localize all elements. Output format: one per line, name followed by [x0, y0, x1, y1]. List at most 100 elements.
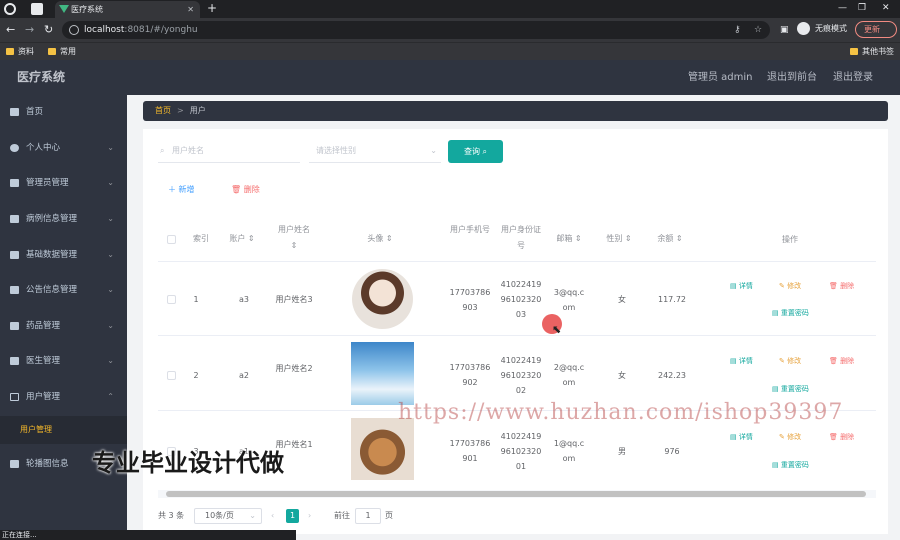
- sidebar-item-cases[interactable]: 病例信息管理 ⌄: [0, 202, 127, 236]
- sidebar-item-admins[interactable]: 管理员管理 ⌄: [0, 166, 127, 200]
- add-label: 新增: [178, 185, 195, 194]
- scrollbar-thumb[interactable]: [166, 491, 866, 497]
- bookmark-folder[interactable]: 常用: [48, 43, 76, 60]
- search-icon: ⌕: [160, 146, 165, 155]
- back-icon[interactable]: ←: [6, 22, 15, 38]
- col-header-name[interactable]: 用户姓名 ⇕: [272, 222, 316, 254]
- sidebar-subitem-users[interactable]: 用户管理: [0, 416, 127, 444]
- sidebar-item-profile[interactable]: 个人中心 ⌄: [0, 131, 127, 165]
- star-icon[interactable]: ☆: [754, 21, 762, 39]
- avatar[interactable]: [351, 418, 414, 480]
- back-to-front-link[interactable]: 退出到前台: [767, 60, 817, 95]
- sidepanel-icon[interactable]: ▣: [780, 21, 789, 39]
- detail-button[interactable]: ▤ 详情: [730, 280, 753, 292]
- modify-button[interactable]: ✎ 修改: [779, 431, 801, 443]
- key-icon[interactable]: ⚷: [734, 21, 741, 39]
- forward-icon[interactable]: →: [25, 22, 34, 38]
- goto-page-input[interactable]: 1: [355, 508, 381, 524]
- update-button[interactable]: 更新: [855, 21, 897, 38]
- avatar[interactable]: [352, 269, 413, 329]
- delete-button[interactable]: 🗑 删除: [829, 355, 854, 367]
- breadcrumb-home[interactable]: 首页: [155, 106, 171, 115]
- prev-page-icon[interactable]: ‹: [271, 508, 274, 524]
- sort-icon[interactable]: ⇕: [386, 234, 393, 243]
- select-all-checkbox[interactable]: [167, 235, 176, 244]
- pagination-total: 共 3 条: [158, 511, 185, 520]
- sort-icon[interactable]: ⇕: [676, 234, 683, 243]
- reset-password-button[interactable]: ▤ 重置密码: [772, 383, 809, 395]
- browser-tab[interactable]: 医疗系统 ✕: [55, 1, 200, 18]
- col-header-avatar[interactable]: 头像 ⇕: [355, 231, 405, 247]
- incognito-icon: [797, 22, 810, 35]
- browser-status-bar: 正在连接...: [0, 530, 296, 540]
- browser-menu-icon[interactable]: [4, 3, 16, 15]
- modify-button[interactable]: ✎ 修改: [779, 355, 801, 367]
- logout-link[interactable]: 退出登录: [833, 60, 873, 95]
- admin-icon: [10, 179, 19, 187]
- op-label: 修改: [787, 282, 802, 290]
- op-label: 删除: [840, 433, 855, 441]
- col-header-email[interactable]: 邮箱 ⇕: [552, 231, 586, 247]
- pill-icon: [10, 322, 19, 330]
- sort-icon[interactable]: ⇕: [248, 234, 255, 243]
- new-tab-icon[interactable]: +: [207, 0, 217, 17]
- close-window-icon[interactable]: ✕: [882, 0, 890, 17]
- delete-button[interactable]: 🗑 删除: [829, 280, 854, 292]
- bookmark-folder[interactable]: 资料: [6, 43, 34, 60]
- batch-delete-button[interactable]: 🗑 删除: [231, 182, 260, 198]
- plus-icon: ＋: [168, 185, 179, 194]
- detail-button[interactable]: ▤ 详情: [730, 431, 753, 443]
- page-number-current[interactable]: 1: [286, 509, 299, 523]
- reset-password-button[interactable]: ▤ 重置密码: [772, 459, 809, 471]
- sidebar-item-label: 首页: [26, 107, 44, 117]
- col-header-account[interactable]: 账户 ⇕: [222, 231, 262, 247]
- col-header-gender[interactable]: 性别 ⇕: [602, 231, 636, 247]
- other-bookmarks[interactable]: 其他书签: [850, 43, 894, 60]
- page-size-select[interactable]: 10条/页 ⌄: [194, 508, 262, 524]
- col-header-idcard[interactable]: 用户身份证号: [500, 222, 542, 254]
- add-button[interactable]: ＋ 新增: [168, 182, 195, 198]
- reset-password-button[interactable]: ▤ 重置密码: [772, 307, 809, 319]
- col-header-balance[interactable]: 余额 ⇕: [652, 231, 688, 247]
- next-page-icon[interactable]: ›: [308, 508, 311, 524]
- tab-strip-icon[interactable]: [31, 3, 43, 15]
- sort-icon[interactable]: ⇕: [575, 234, 582, 243]
- minimize-icon[interactable]: —: [838, 0, 847, 17]
- cell-gender: 男: [618, 447, 626, 456]
- horizontal-scrollbar[interactable]: [158, 490, 876, 498]
- url-field[interactable]: localhost:8081/#/yonghu ⚷ ☆: [62, 21, 770, 39]
- delete-button[interactable]: 🗑 删除: [829, 431, 854, 443]
- user-name-search-input[interactable]: ⌕ 用户姓名: [158, 139, 300, 163]
- avatar[interactable]: [351, 342, 414, 405]
- sidebar-item-base-data[interactable]: 基础数据管理 ⌄: [0, 238, 127, 272]
- cell-balance: 117.72: [658, 295, 686, 304]
- sort-icon[interactable]: ⇕: [272, 238, 316, 254]
- restore-icon[interactable]: ❐: [858, 0, 866, 17]
- site-info-icon[interactable]: [69, 25, 79, 35]
- sidebar-item-drugs[interactable]: 药品管理 ⌄: [0, 309, 127, 343]
- sort-icon[interactable]: ⇕: [625, 234, 632, 243]
- cell-balance: 242.23: [658, 371, 686, 380]
- col-header-index: 索引: [186, 231, 216, 247]
- op-label: 重置密码: [780, 385, 809, 393]
- col-header-label: 用户身份证号: [501, 225, 541, 250]
- gender-select[interactable]: 请选择性别 ⌄: [309, 139, 441, 163]
- send-icon: [10, 357, 19, 365]
- modify-button[interactable]: ✎ 修改: [779, 280, 801, 292]
- detail-button[interactable]: ▤ 详情: [730, 355, 753, 367]
- chevron-down-icon: ⌄: [107, 285, 114, 294]
- browser-tab-bar: 医疗系统 ✕ + — ❐ ✕: [0, 0, 900, 18]
- sidebar-item-home[interactable]: 首页: [0, 95, 127, 129]
- row-checkbox[interactable]: [167, 371, 176, 380]
- reload-icon[interactable]: ↻: [44, 22, 53, 38]
- sidebar-item-doctors[interactable]: 医生管理 ⌄: [0, 344, 127, 378]
- sidebar-item-users[interactable]: 用户管理 ⌃: [0, 380, 127, 414]
- close-tab-icon[interactable]: ✕: [187, 1, 194, 18]
- sidebar-item-label: 公告信息管理: [26, 285, 78, 295]
- app-title: 医疗系统: [17, 70, 66, 84]
- chevron-down-icon: ⌄: [107, 321, 114, 330]
- admin-label: 管理员 admin: [688, 72, 753, 83]
- sidebar-item-notices[interactable]: 公告信息管理 ⌄: [0, 273, 127, 307]
- query-button[interactable]: 查询 ⌕: [448, 140, 503, 163]
- row-checkbox[interactable]: [167, 295, 176, 304]
